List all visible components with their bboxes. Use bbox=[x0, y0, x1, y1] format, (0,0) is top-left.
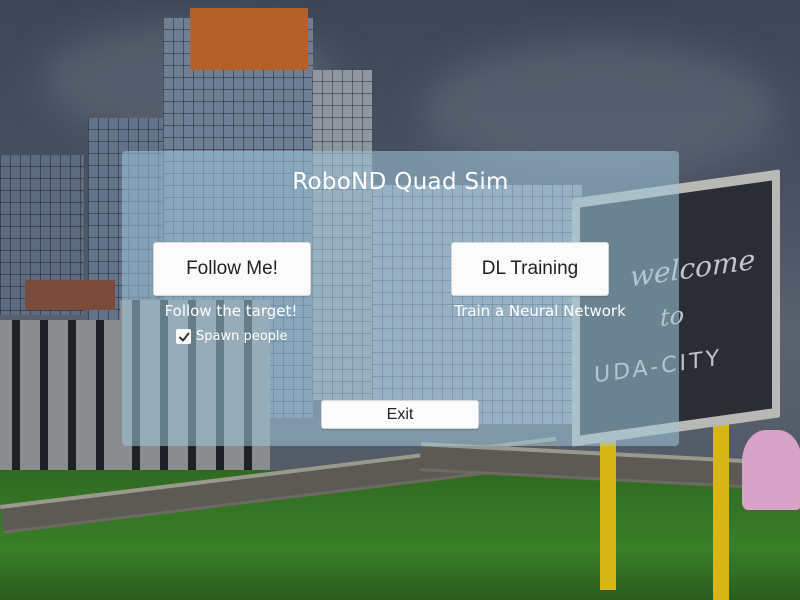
building-roof bbox=[25, 280, 115, 310]
menu-title: RoboND Quad Sim bbox=[292, 169, 509, 195]
dl-caption: Train a Neural Network bbox=[454, 302, 626, 320]
spawn-people-checkbox[interactable]: Spawn people bbox=[176, 329, 288, 344]
follow-me-button[interactable]: Follow Me! bbox=[153, 242, 311, 296]
checkbox-box[interactable] bbox=[176, 329, 191, 344]
follow-caption: Follow the target! bbox=[164, 302, 298, 320]
building-roof bbox=[190, 8, 308, 70]
blossom-tree bbox=[742, 430, 800, 510]
exit-button[interactable]: Exit bbox=[321, 400, 479, 429]
dl-training-button[interactable]: DL Training bbox=[451, 242, 609, 296]
checkmark-icon bbox=[178, 332, 189, 341]
main-menu-panel: RoboND Quad Sim Follow Me! Follow the ta… bbox=[122, 151, 679, 446]
spawn-people-label: Spawn people bbox=[196, 329, 288, 344]
billboard-pole bbox=[713, 420, 729, 600]
